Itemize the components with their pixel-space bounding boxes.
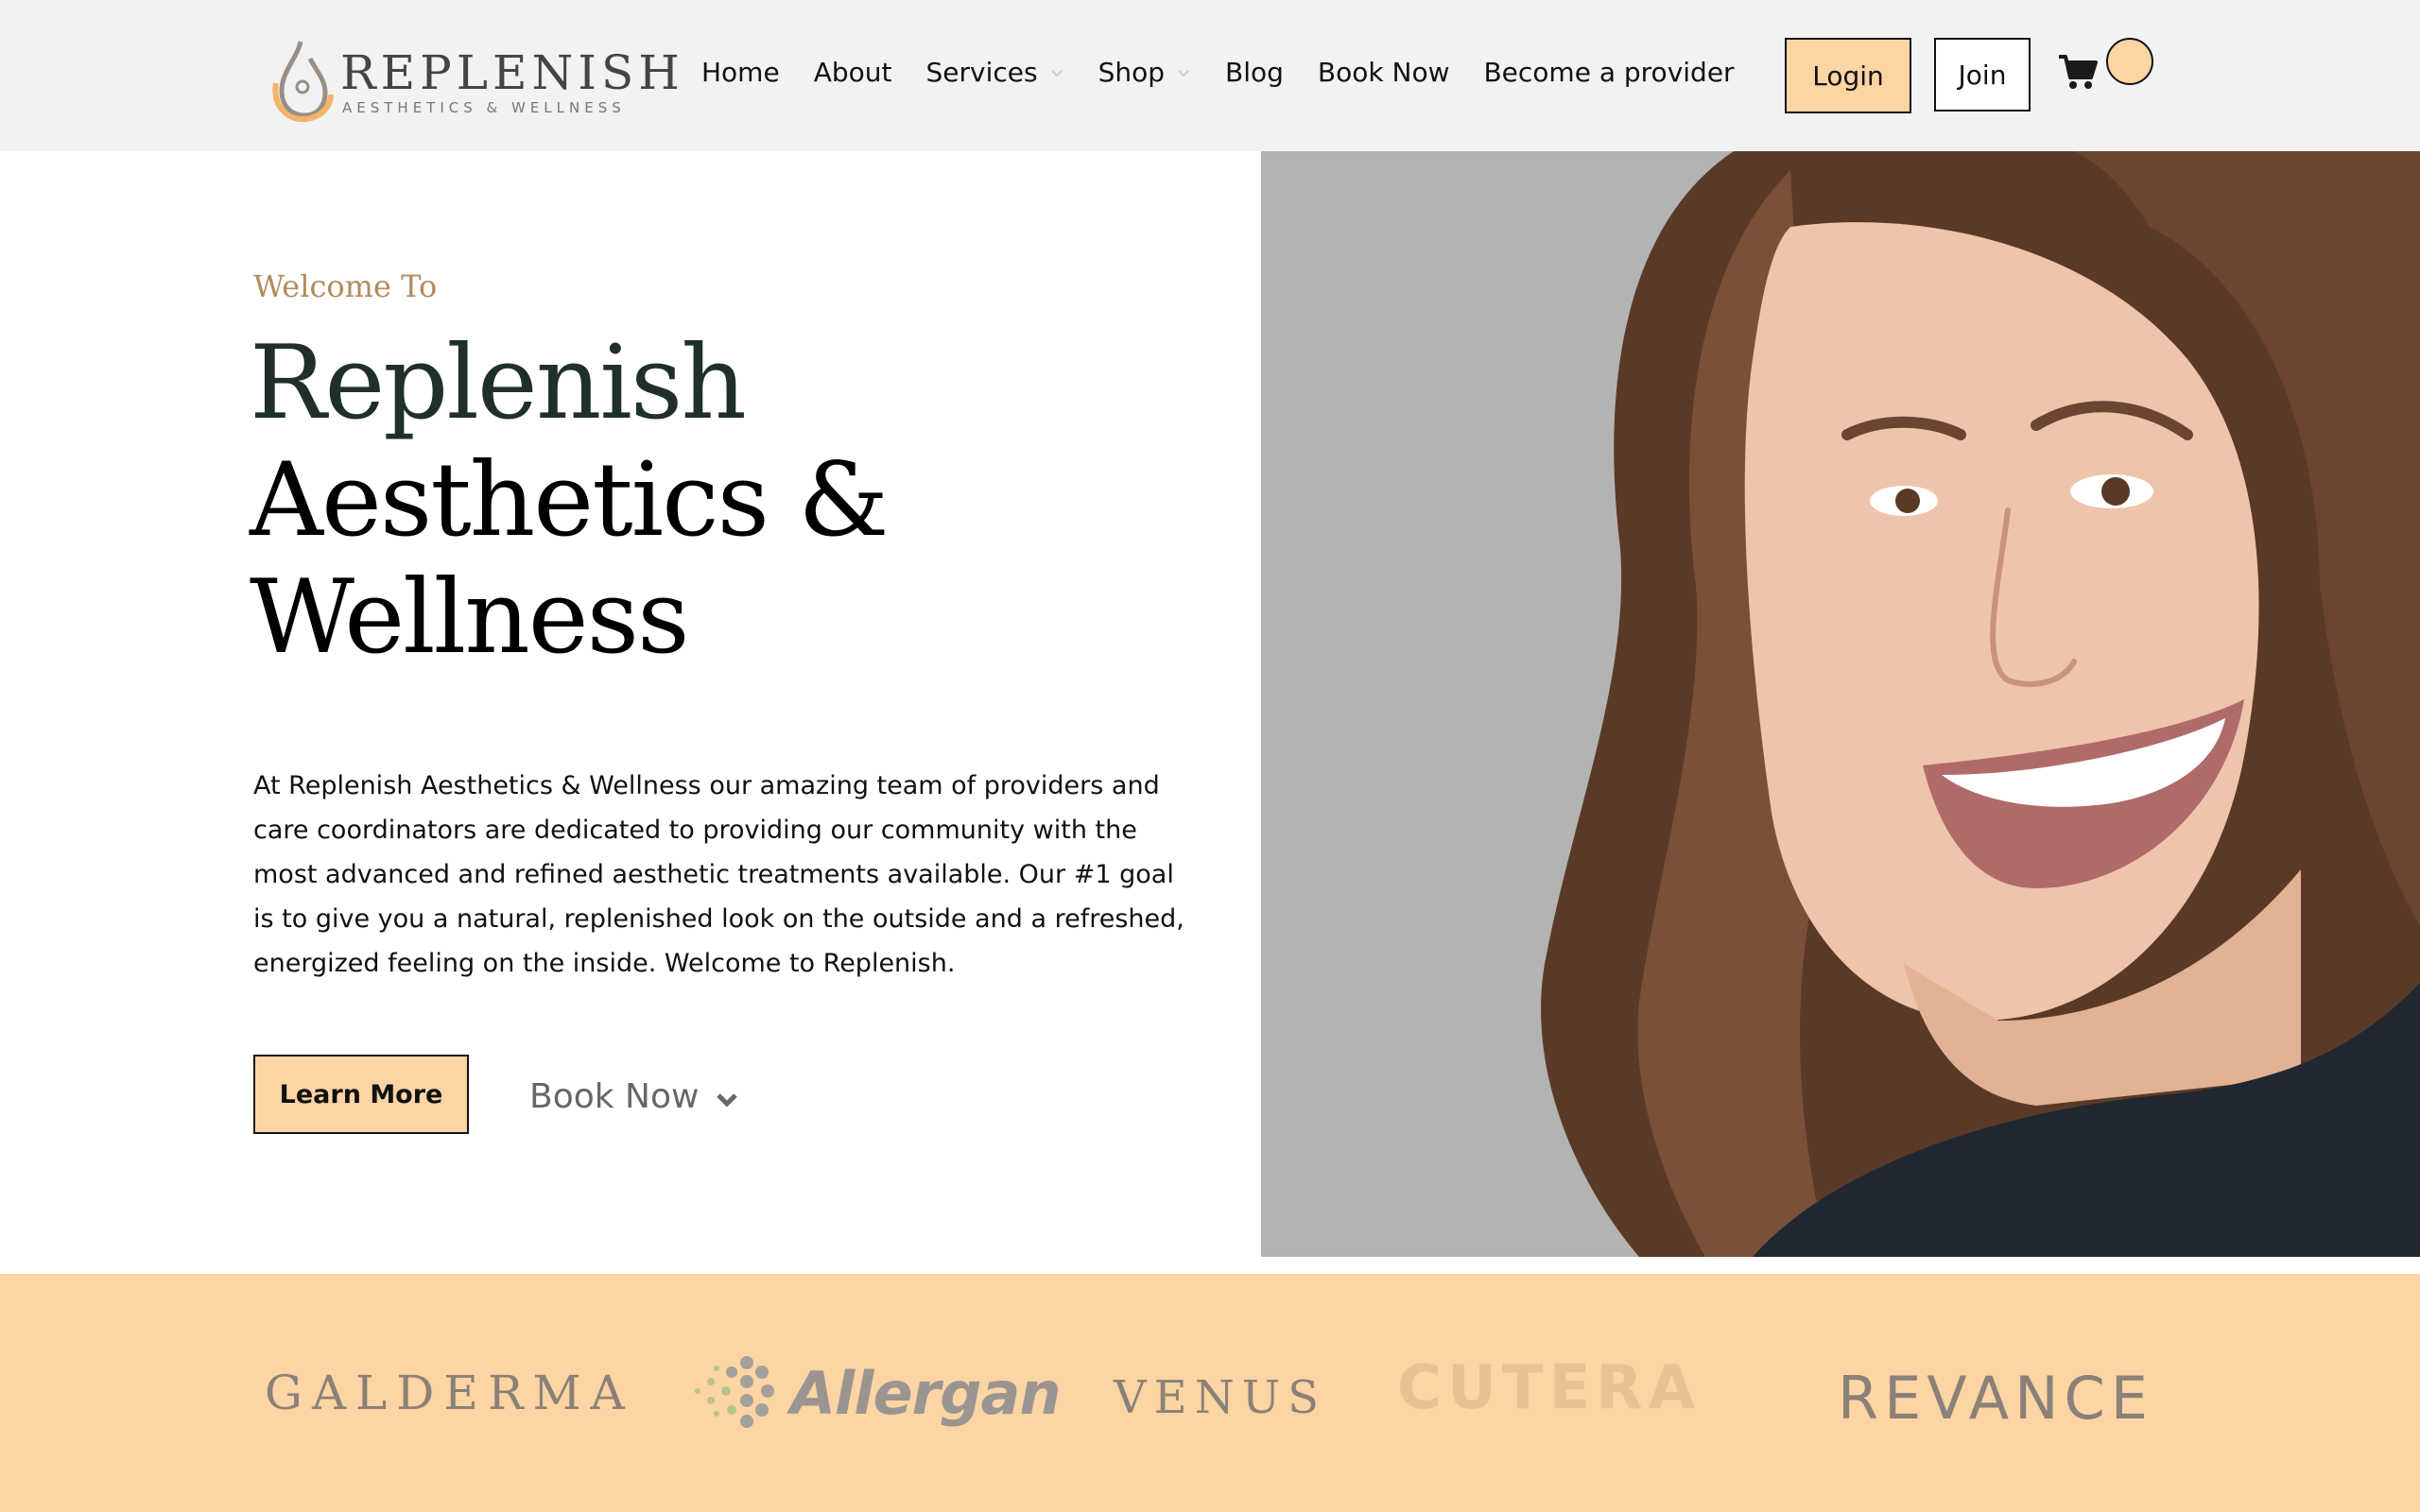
nav-item-book-now[interactable]: Book Now [1318, 57, 1450, 88]
nav-item-become-provider[interactable]: Become a provider [1483, 57, 1734, 88]
learn-more-button[interactable]: Learn More [253, 1055, 469, 1134]
login-button[interactable]: Login [1785, 38, 1911, 113]
brand-logo-galderma: GALDERMA [265, 1366, 634, 1420]
hero-description: At Replenish Aesthetics & Wellness our a… [253, 771, 1184, 978]
brand-logo-cutera: CUTERA [1397, 1353, 1702, 1423]
book-now-label: Book Now [529, 1077, 700, 1116]
brand-logo[interactable]: REPLENISH AESTHETICS & WELLNESS [268, 34, 680, 125]
nav-item-label: Shop [1098, 56, 1165, 88]
nav-item-label: Home [701, 56, 780, 88]
nav-item-label: Blog [1225, 56, 1284, 88]
hero-title-line: Aesthetics & [250, 441, 890, 559]
chevron-down-icon [1178, 70, 1189, 77]
logo-wordmark: REPLENISH [340, 45, 684, 100]
nav-item-home[interactable]: Home [701, 57, 780, 88]
nav-item-blog[interactable]: Blog [1225, 57, 1284, 88]
woman-portrait-illustration [1541, 151, 2420, 1257]
chevron-down-icon [1050, 70, 1063, 77]
logo-tagline: AESTHETICS & WELLNESS [342, 99, 626, 116]
hero-portrait-image [1261, 151, 2420, 1257]
allergan-dots-icon [695, 1356, 774, 1428]
main-nav: Home About Services Shop Blog Book Now B… [701, 49, 1735, 94]
brand-logo-allergan: Allergan [688, 1274, 1061, 1512]
nav-item-shop[interactable]: Shop [1098, 57, 1191, 88]
partner-brands-strip: GALDERMA Allergan VENUS CUTERA REVANCE [0, 1274, 2420, 1512]
nav-item-label: Become a provider [1483, 56, 1735, 88]
hero-title-line: Wellness [250, 558, 690, 677]
nav-item-label: About [813, 56, 892, 88]
droplet-logo-icon [272, 41, 334, 123]
brand-logo-venus: VENUS [1114, 1371, 1327, 1424]
join-button[interactable]: Join [1934, 38, 2031, 112]
brand-logo-allergan-text: Allergan [790, 1358, 1061, 1428]
shopping-cart-icon[interactable] [2057, 53, 2099, 91]
nav-item-label: Book Now [1317, 56, 1450, 88]
hero-title-line: Replenish [250, 324, 747, 442]
hero-eyebrow: Welcome To [253, 268, 438, 304]
book-now-dropdown[interactable]: Book Now [529, 1077, 738, 1116]
nav-item-services[interactable]: Services [925, 57, 1063, 88]
chevron-down-icon [717, 1092, 738, 1108]
nav-item-label: Services [925, 56, 1038, 88]
site-header: REPLENISH AESTHETICS & WELLNESS Home Abo… [0, 0, 2420, 151]
cart-count-badge[interactable] [2106, 38, 2153, 85]
nav-item-about[interactable]: About [814, 57, 892, 88]
hero-title: Replenish Aesthetics & Wellness [250, 325, 892, 677]
brand-logo-revance: REVANCE [1838, 1363, 2153, 1433]
